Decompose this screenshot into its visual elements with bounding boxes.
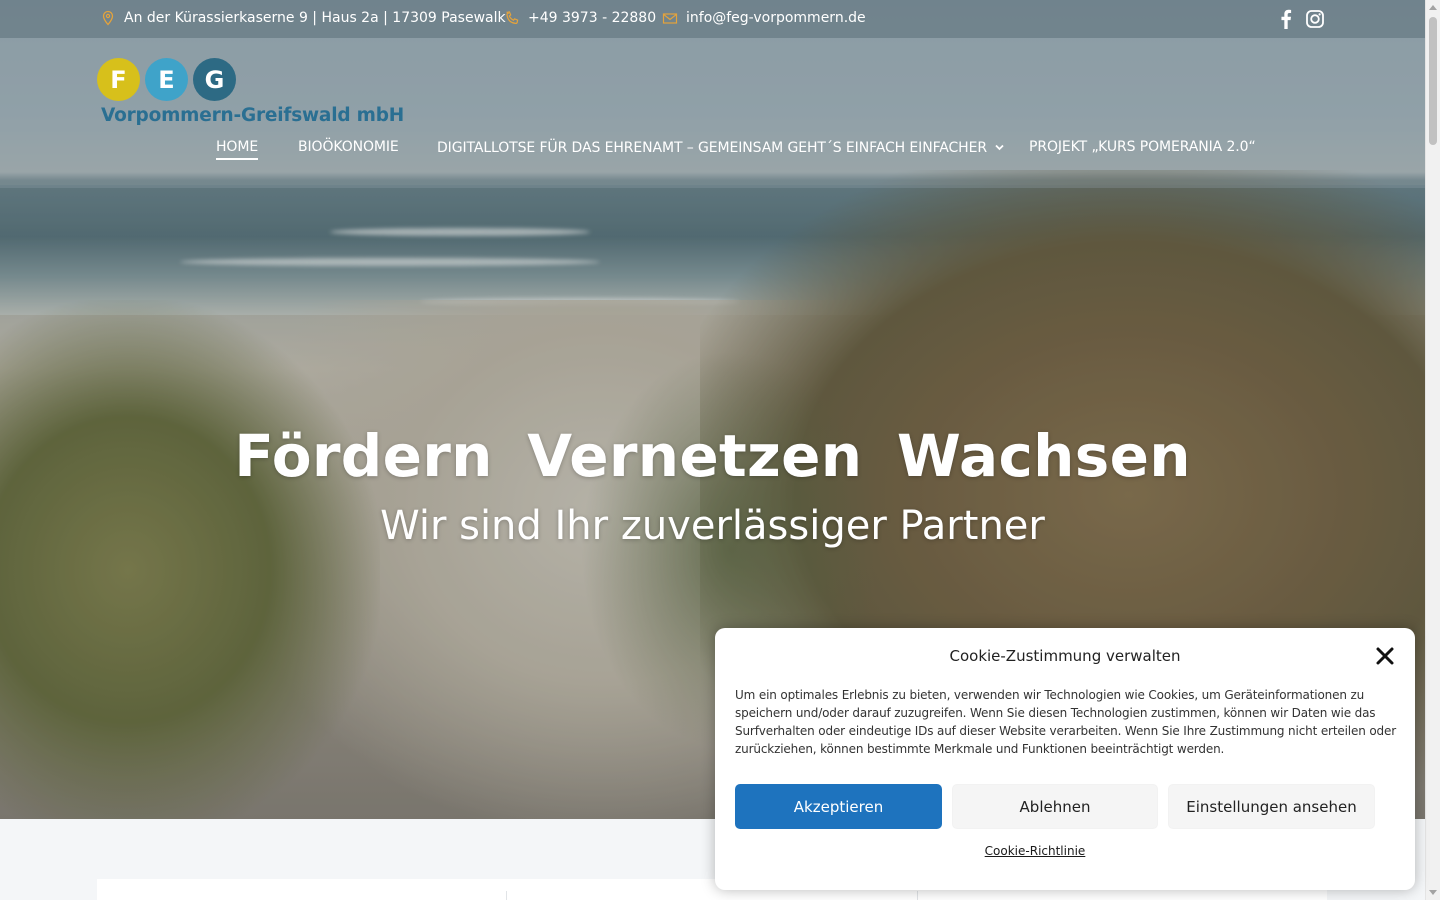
email-text[interactable]: info@feg-vorpommern.de bbox=[686, 10, 866, 26]
nav-item-home[interactable]: HOME bbox=[216, 139, 258, 160]
facebook-icon[interactable] bbox=[1279, 9, 1293, 33]
mail-icon bbox=[662, 10, 678, 26]
chevron-down-icon bbox=[995, 139, 1004, 155]
logo-circle-f: F bbox=[97, 58, 140, 101]
facebook-link[interactable] bbox=[1279, 9, 1293, 33]
accept-button[interactable]: Akzeptieren bbox=[735, 784, 942, 829]
phone-icon bbox=[504, 10, 520, 26]
address-text: An der Kürassierkaserne 9 | Haus 2a | 17… bbox=[124, 10, 506, 26]
topbar-phone[interactable]: +49 3973 - 22880 bbox=[504, 10, 656, 26]
page-scrollbar[interactable] bbox=[1425, 0, 1440, 900]
nav-item-digitallotse[interactable]: DIGITALLOTSE FÜR DAS EHRENAMT – GEMEINSA… bbox=[437, 139, 1004, 156]
card-divider bbox=[506, 891, 507, 900]
logo-circle-e: E bbox=[145, 58, 188, 101]
topbar-email[interactable]: info@feg-vorpommern.de bbox=[662, 10, 866, 26]
logo-subtitle: Vorpommern-Greifswald mbH bbox=[101, 105, 405, 126]
nav-item-kurs-pomerania[interactable]: PROJEKT „KURS POMERANIA 2.0“ bbox=[1029, 139, 1256, 155]
instagram-link[interactable] bbox=[1305, 9, 1325, 33]
top-info-bar: An der Kürassierkaserne 9 | Haus 2a | 17… bbox=[0, 0, 1425, 38]
scrollbar-thumb[interactable] bbox=[1429, 17, 1437, 145]
cookie-dialog-title: Cookie-Zustimmung verwalten bbox=[949, 647, 1181, 665]
site-logo[interactable]: F E G Vorpommern-Greifswald mbH bbox=[97, 58, 404, 130]
instagram-icon[interactable] bbox=[1305, 9, 1325, 33]
card-divider bbox=[917, 891, 918, 900]
hero-headline: Fördern Vernetzen Wachsen bbox=[234, 422, 1191, 490]
scroll-down-arrow-icon[interactable] bbox=[1429, 890, 1437, 895]
hero-subheadline: Wir sind Ihr zuverlässiger Partner bbox=[380, 503, 1045, 549]
close-icon[interactable] bbox=[1374, 645, 1396, 667]
view-settings-button[interactable]: Einstellungen ansehen bbox=[1168, 784, 1375, 829]
scroll-up-arrow-icon[interactable] bbox=[1429, 5, 1437, 10]
nav-item-digitallotse-label: DIGITALLOTSE FÜR DAS EHRENAMT – GEMEINSA… bbox=[437, 140, 987, 156]
topbar-address: An der Kürassierkaserne 9 | Haus 2a | 17… bbox=[100, 10, 506, 26]
location-pin-icon bbox=[100, 10, 116, 26]
logo-circle-g: G bbox=[193, 58, 236, 101]
nav-item-biooekonomie[interactable]: BIOÖKONOMIE bbox=[298, 139, 399, 155]
site-header: F E G Vorpommern-Greifswald mbH HOME BIO… bbox=[0, 38, 1425, 188]
cookie-consent-dialog: Cookie-Zustimmung verwalten Um ein optim… bbox=[715, 628, 1415, 890]
cookie-policy-link[interactable]: Cookie-Richtlinie bbox=[715, 844, 1355, 858]
phone-text[interactable]: +49 3973 - 22880 bbox=[528, 10, 656, 26]
cookie-dialog-text: Um ein optimales Erlebnis zu bieten, ver… bbox=[735, 688, 1397, 756]
deny-button[interactable]: Ablehnen bbox=[952, 784, 1158, 829]
main-navigation: HOME BIOÖKONOMIE DIGITALLOTSE FÜR DAS EH… bbox=[0, 139, 1425, 163]
